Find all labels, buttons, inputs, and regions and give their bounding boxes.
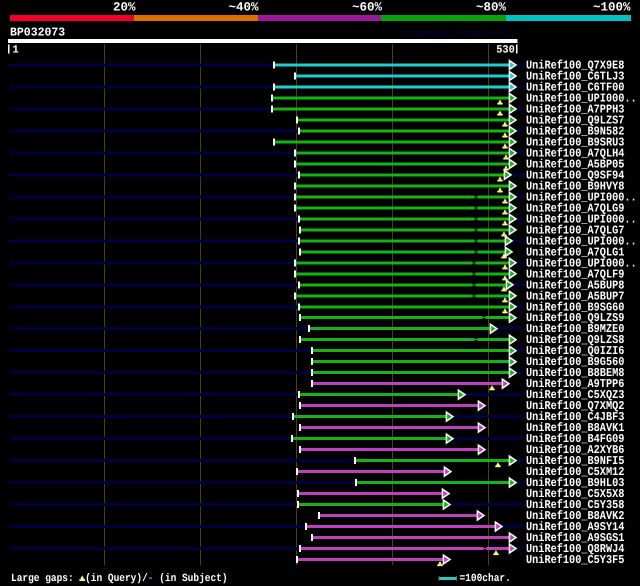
svg-text:20%: 20%	[113, 1, 136, 15]
svg-text:(in Query)/: (in Query)/	[85, 573, 148, 585]
svg-text:530: 530	[496, 45, 515, 57]
svg-text:-: -	[148, 573, 154, 585]
svg-text:=100char.: =100char.	[460, 573, 511, 585]
svg-text:Large gaps:: Large gaps:	[11, 573, 74, 585]
svg-text:~40%: ~40%	[229, 1, 259, 15]
svg-text:(in Subject): (in Subject)	[159, 573, 227, 585]
svg-text:AlignView.pm Beta rel.7: AlignView.pm Beta rel.7	[402, 29, 517, 39]
svg-text:~60%: ~60%	[352, 1, 382, 15]
svg-text:BP032073: BP032073	[10, 26, 65, 40]
svg-text:~80%: ~80%	[476, 1, 506, 15]
svg-text:~100%: ~100%	[593, 1, 631, 15]
svg-text:UniRef100_C5Y3F5: UniRef100_C5Y3F5	[526, 553, 624, 567]
svg-text:1: 1	[13, 45, 20, 57]
